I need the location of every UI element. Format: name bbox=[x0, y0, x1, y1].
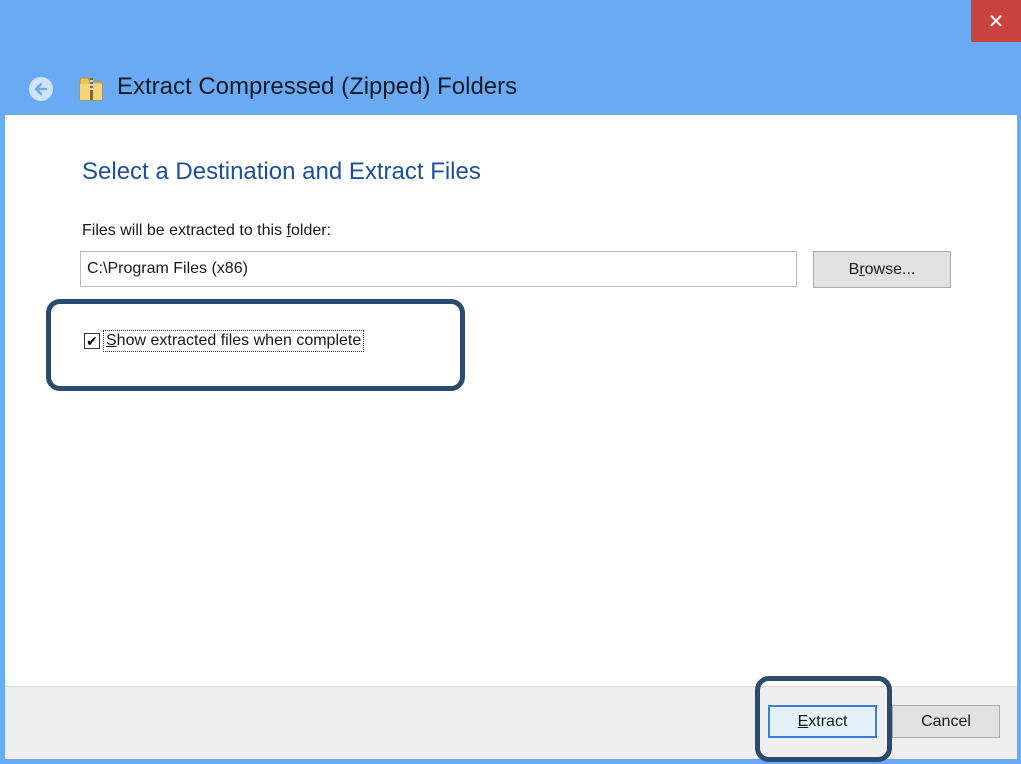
browse-button[interactable]: Browse... bbox=[813, 251, 951, 288]
zip-folder-icon bbox=[79, 77, 103, 101]
back-arrow-icon bbox=[34, 82, 48, 96]
cancel-button[interactable]: Cancel bbox=[892, 705, 1000, 738]
extract-label-rest: xtract bbox=[808, 712, 848, 730]
show-files-label-rest: how extracted files when complete bbox=[116, 332, 362, 349]
show-files-label[interactable]: Show extracted files when complete bbox=[103, 330, 365, 352]
browse-label-pre: B bbox=[848, 260, 860, 278]
back-button[interactable] bbox=[29, 77, 53, 101]
destination-path-input[interactable] bbox=[80, 251, 797, 287]
destination-label-rest: older: bbox=[290, 222, 332, 239]
checkmark-icon: ✔ bbox=[86, 333, 98, 349]
dialog-content: Select a Destination and Extract Files F… bbox=[5, 115, 1017, 686]
window-title: Extract Compressed (Zipped) Folders bbox=[117, 73, 518, 100]
show-files-accesskey: S bbox=[106, 332, 117, 349]
browse-label-rest: owse... bbox=[864, 260, 916, 278]
destination-label: Files will be extracted to this folder: bbox=[82, 222, 331, 240]
extract-button[interactable]: Extract bbox=[768, 705, 877, 738]
close-button[interactable]: ✕ bbox=[971, 0, 1021, 42]
extract-dialog-window: ✕ Extract Compressed (Zipped) Folders Se… bbox=[0, 0, 1021, 764]
destination-label-text: Files will be extracted to this bbox=[82, 222, 287, 239]
extract-accesskey: E bbox=[797, 712, 809, 730]
page-heading: Select a Destination and Extract Files bbox=[82, 158, 481, 185]
close-icon: ✕ bbox=[987, 10, 1005, 33]
show-files-option: ✔ Show extracted files when complete bbox=[84, 330, 365, 352]
title-bar: ✕ Extract Compressed (Zipped) Folders bbox=[0, 0, 1021, 115]
show-files-checkbox[interactable]: ✔ bbox=[84, 333, 100, 349]
